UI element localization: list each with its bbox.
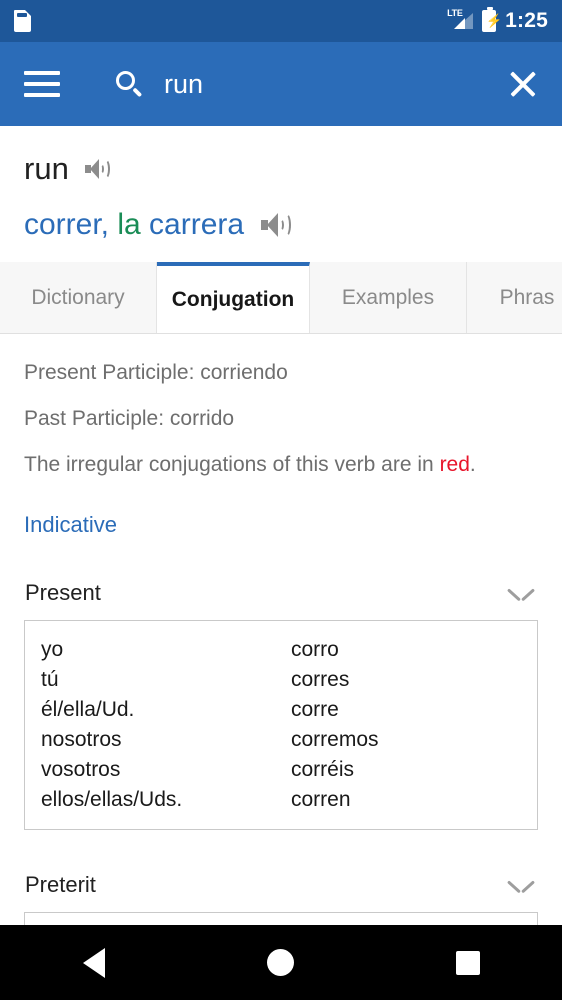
present-participle-line: Present Participle: corriendo xyxy=(24,361,288,384)
table-row: yo corro xyxy=(25,635,537,665)
entry-header: run correr, la carrera xyxy=(0,126,562,262)
table-row: tú corres xyxy=(25,665,537,695)
irregular-note-prefix: The irregular conjugations of this verb … xyxy=(24,453,440,476)
form-cell: corréis xyxy=(291,758,355,781)
mood-link-indicative[interactable]: Indicative xyxy=(24,512,117,538)
table-row: ellos/ellas/Uds. corren xyxy=(25,785,537,815)
irregular-note-suffix: . xyxy=(469,453,476,476)
tense-title: Preterit xyxy=(25,872,96,897)
irregular-note: The irregular conjugations of this verb … xyxy=(24,452,538,478)
form-cell: corremos xyxy=(291,728,379,751)
back-triangle-icon xyxy=(82,947,105,978)
battery-charging-icon: ⚡ xyxy=(482,7,502,32)
speaker-cone xyxy=(267,213,279,237)
search-icon[interactable] xyxy=(116,71,143,97)
translation-text: correr, la carrera xyxy=(24,208,244,242)
form-cell: corren xyxy=(291,788,351,811)
sd-card-icon xyxy=(14,10,31,32)
tab-dictionary[interactable]: Dictionary xyxy=(0,262,157,333)
tense-header-preterit[interactable]: Preterit xyxy=(24,872,538,912)
signal-bar-filled xyxy=(454,18,466,29)
tab-phrases[interactable]: Phras xyxy=(467,262,562,333)
nav-back-button[interactable] xyxy=(54,933,134,993)
tab-conjugation[interactable]: Conjugation xyxy=(157,262,310,333)
speaker-icon[interactable] xyxy=(84,158,111,180)
form-cell: corres xyxy=(291,668,350,691)
nav-recents-button[interactable] xyxy=(428,933,508,993)
charging-bolt-icon: ⚡ xyxy=(486,13,503,28)
chevron-down-icon[interactable] xyxy=(508,878,534,893)
hamburger-line xyxy=(24,71,60,75)
page-title: run xyxy=(24,151,69,186)
app-root: LTE ⚡ 1:25 run run correr, la carrera Di… xyxy=(0,0,562,1000)
conjugation-table-present: yo corro tú corres él/ella/Ud. corre nos… xyxy=(24,620,538,830)
form-cell: corre xyxy=(291,698,339,721)
table-row: él/ella/Ud. corre xyxy=(25,695,537,725)
status-bar-clock: 1:25 xyxy=(505,9,548,32)
android-nav-bar xyxy=(0,925,562,1000)
conjugation-panel: Present Participle: corriendo Past Parti… xyxy=(0,334,562,1000)
tense-title: Present xyxy=(25,580,101,605)
translation-part-2: la xyxy=(117,208,150,241)
tense-section-present: Present yo corro tú corres él/ella/Ud. c… xyxy=(24,580,538,830)
tense-header-present[interactable]: Present xyxy=(24,580,538,620)
search-handle xyxy=(132,86,143,97)
nav-home-button[interactable] xyxy=(241,933,321,993)
search-area[interactable]: run xyxy=(116,69,506,99)
pronoun-cell: tú xyxy=(41,668,59,691)
translation-part-3: carrera xyxy=(149,208,245,241)
status-bar-left xyxy=(14,10,31,32)
speaker-wave-outer xyxy=(281,213,292,237)
hamburger-line xyxy=(24,82,60,86)
pronoun-cell: nosotros xyxy=(41,728,122,751)
app-bar: run xyxy=(0,42,562,126)
search-lens xyxy=(116,71,135,90)
pronoun-cell: ellos/ellas/Uds. xyxy=(41,788,183,811)
past-participle-line: Past Participle: corrido xyxy=(24,407,235,430)
speaker-cone xyxy=(89,159,99,179)
translation-part-1: correr, xyxy=(24,208,118,241)
search-input[interactable]: run xyxy=(164,69,506,99)
status-bar-right: LTE ⚡ 1:25 xyxy=(447,7,548,33)
tab-bar: Dictionary Conjugation Examples Phras xyxy=(0,262,562,334)
table-row: nosotros corremos xyxy=(25,725,537,755)
hamburger-line xyxy=(24,93,60,97)
recents-square-icon xyxy=(456,950,481,975)
speaker-icon[interactable] xyxy=(261,212,293,238)
headword-row: run xyxy=(24,152,538,186)
table-row: vosotros corréis xyxy=(25,755,537,785)
tab-examples[interactable]: Examples xyxy=(310,262,467,333)
pronoun-cell: vosotros xyxy=(41,758,121,781)
form-cell: corro xyxy=(291,638,339,661)
pronoun-cell: yo xyxy=(41,638,64,661)
translation-row: correr, la carrera xyxy=(24,208,538,242)
signal-bars-icon: LTE xyxy=(447,9,474,32)
close-icon[interactable] xyxy=(506,67,540,101)
home-circle-icon xyxy=(267,949,295,976)
irregular-note-highlight: red xyxy=(439,453,470,476)
status-bar: LTE ⚡ 1:25 xyxy=(0,0,562,42)
pronoun-cell: él/ella/Ud. xyxy=(41,698,135,721)
chevron-down-icon[interactable] xyxy=(508,586,534,601)
hamburger-menu-icon[interactable] xyxy=(24,71,60,97)
speaker-wave-outer xyxy=(101,159,110,179)
